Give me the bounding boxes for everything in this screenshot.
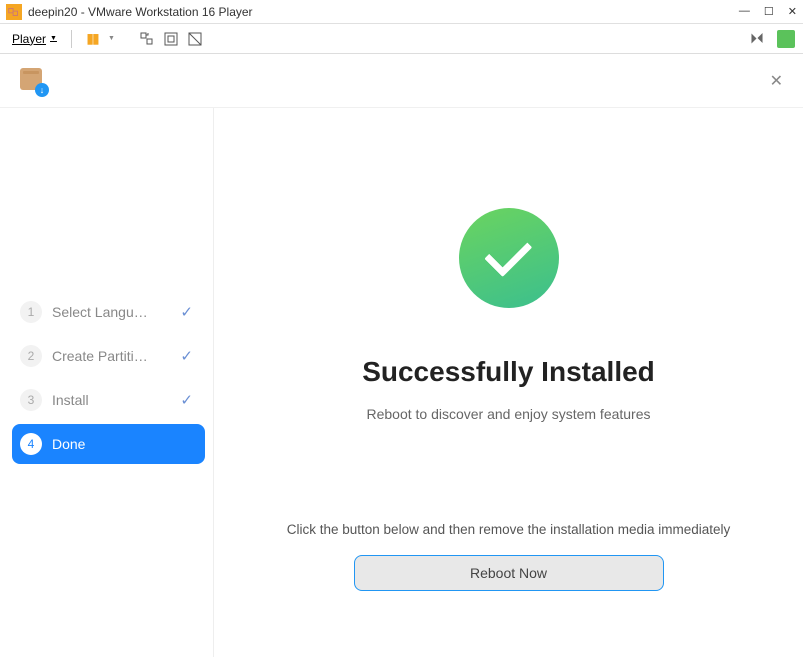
window-titlebar: deepin20 - VMware Workstation 16 Player … bbox=[0, 0, 803, 24]
minimize-button[interactable]: — bbox=[739, 5, 750, 18]
tools-icon[interactable] bbox=[777, 30, 795, 48]
installer-close-button[interactable]: ✕ bbox=[770, 71, 783, 91]
success-heading: Successfully Installed bbox=[362, 356, 655, 388]
step-label: Create Partiti… bbox=[52, 348, 170, 364]
step-label: Done bbox=[52, 436, 193, 452]
toolbar-separator bbox=[71, 30, 72, 48]
maximize-button[interactable]: ☐ bbox=[764, 5, 774, 18]
cycle-icon[interactable]: ⏵⏴ bbox=[747, 29, 767, 49]
vmware-toolbar: Player ▮▮ ▼ ⏵⏴ bbox=[0, 24, 803, 54]
success-checkmark-icon bbox=[459, 208, 559, 308]
window-title: deepin20 - VMware Workstation 16 Player bbox=[28, 5, 739, 19]
checkmark-icon: ✓ bbox=[180, 391, 193, 409]
step-select-language[interactable]: 1 Select Langu… ✓ bbox=[12, 292, 205, 332]
step-label: Install bbox=[52, 392, 170, 408]
steps-sidebar: 1 Select Langu… ✓ 2 Create Partiti… ✓ 3 … bbox=[0, 108, 214, 657]
close-window-button[interactable]: ✕ bbox=[788, 5, 797, 18]
chevron-down-icon[interactable]: ▼ bbox=[108, 35, 115, 42]
success-subtitle: Reboot to discover and enjoy system feat… bbox=[366, 406, 650, 422]
reboot-hint: Click the button below and then remove t… bbox=[287, 522, 731, 537]
step-create-partitions[interactable]: 2 Create Partiti… ✓ bbox=[12, 336, 205, 376]
reboot-now-button[interactable]: Reboot Now bbox=[354, 555, 664, 591]
player-menu[interactable]: Player bbox=[8, 30, 61, 48]
send-ctrl-alt-del-icon[interactable] bbox=[137, 29, 157, 49]
step-install[interactable]: 3 Install ✓ bbox=[12, 380, 205, 420]
step-number-badge: 1 bbox=[20, 301, 42, 323]
installer-content: 1 Select Langu… ✓ 2 Create Partiti… ✓ 3 … bbox=[0, 108, 803, 657]
step-done[interactable]: 4 Done bbox=[12, 424, 205, 464]
checkmark-icon: ✓ bbox=[180, 347, 193, 365]
step-number-badge: 3 bbox=[20, 389, 42, 411]
checkmark-icon: ✓ bbox=[180, 303, 193, 321]
unity-mode-icon[interactable] bbox=[185, 29, 205, 49]
vmware-icon bbox=[6, 4, 22, 20]
main-panel: Successfully Installed Reboot to discove… bbox=[214, 108, 803, 657]
step-label: Select Langu… bbox=[52, 304, 170, 320]
pause-button[interactable]: ▮▮ bbox=[82, 29, 102, 49]
fullscreen-icon[interactable] bbox=[161, 29, 181, 49]
step-number-badge: 4 bbox=[20, 433, 42, 455]
installer-logo-icon: ↓ bbox=[20, 68, 46, 94]
installer-header: ↓ ✕ bbox=[0, 54, 803, 108]
step-number-badge: 2 bbox=[20, 345, 42, 367]
